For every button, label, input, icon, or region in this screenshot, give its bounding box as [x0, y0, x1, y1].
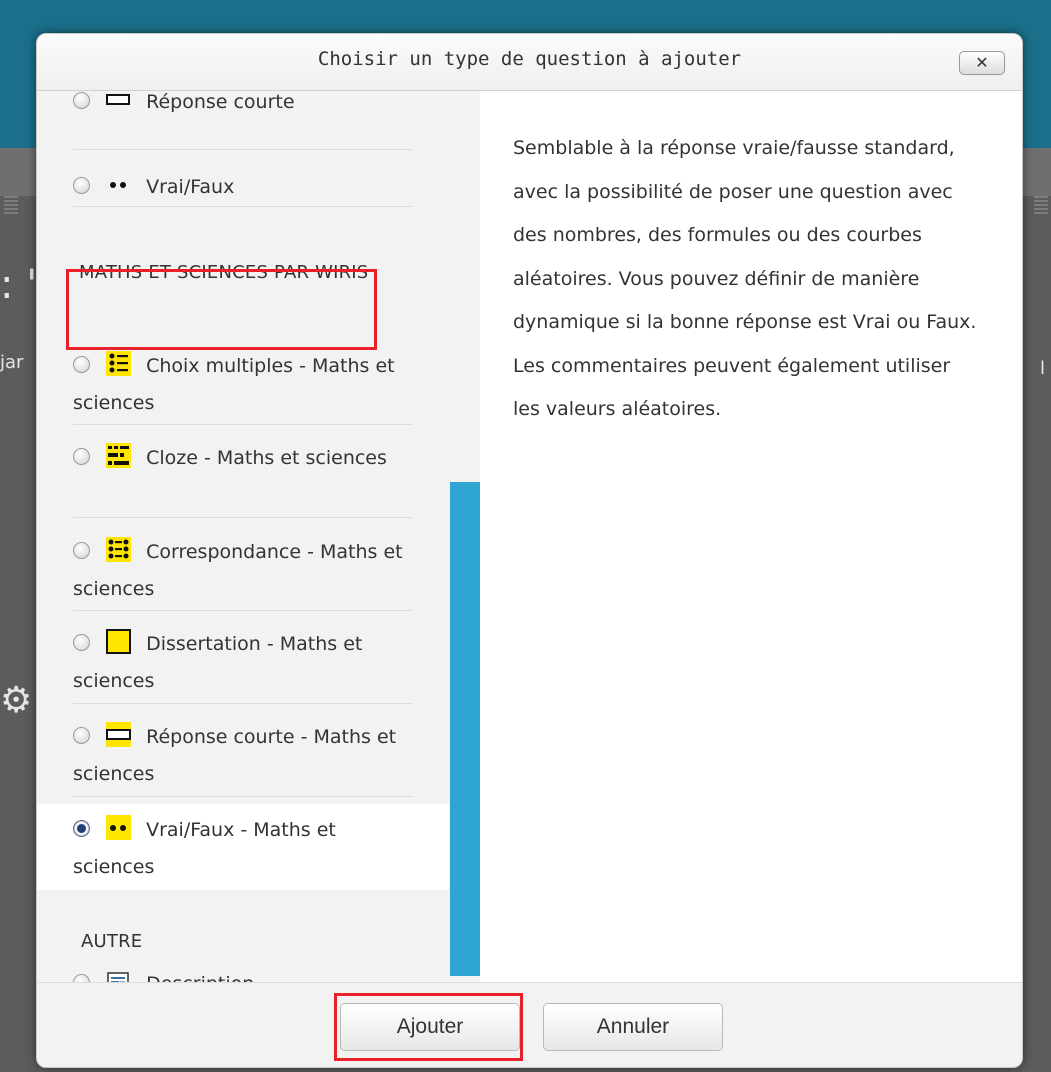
question-type-description: Semblable à la réponse vraie/fausse stan… — [513, 137, 977, 420]
option-true-false-wiris[interactable]: Vrai/Faux - Maths et sciences — [37, 804, 449, 890]
radio-matching-wiris[interactable] — [73, 542, 90, 559]
divider — [73, 424, 413, 425]
background-heading-fragment: : ' — [0, 262, 38, 308]
description-icon — [106, 969, 131, 982]
short-answer-wiris-icon — [106, 722, 132, 747]
list-scrollbar[interactable] — [450, 482, 480, 976]
highlight-box-add-button — [334, 993, 523, 1061]
background-gear-icon: ⚙ — [0, 680, 33, 721]
dialog-title: Choisir un type de question à ajouter — [317, 48, 742, 70]
question-type-dialog: Choisir un type de question à ajouter ✕ … — [36, 33, 1023, 1068]
description-panel: Semblable à la réponse vraie/fausse stan… — [480, 91, 1022, 982]
radio-true-false[interactable] — [73, 177, 90, 194]
matching-wiris-icon — [106, 537, 132, 562]
option-label: Cloze - Maths et sciences — [146, 447, 387, 469]
background-text-fragment: jar — [0, 352, 24, 373]
cloze-wiris-icon — [106, 443, 132, 468]
true-false-icon — [106, 172, 131, 197]
short-answer-icon — [106, 91, 131, 112]
option-label: Réponse courte — [146, 91, 295, 113]
multichoice-wiris-icon — [106, 351, 132, 376]
divider — [73, 610, 413, 611]
dialog-header: Choisir un type de question à ajouter ✕ — [37, 34, 1022, 91]
radio-true-false-wiris[interactable] — [73, 820, 90, 837]
dialog-footer: Ajouter Annuler — [37, 982, 1022, 1067]
divider — [73, 206, 413, 207]
background-grip-left — [4, 196, 18, 216]
divider — [73, 149, 413, 150]
background-text-fragment-right: l — [1040, 358, 1046, 379]
option-label: Description — [146, 973, 254, 982]
highlight-box-section — [66, 269, 377, 350]
true-false-wiris-icon — [106, 815, 132, 840]
divider — [73, 796, 413, 797]
divider — [73, 703, 413, 704]
close-icon: ✕ — [975, 53, 989, 72]
section-heading-other: AUTRE — [81, 931, 143, 952]
option-label: Vrai/Faux — [146, 176, 235, 198]
close-button[interactable]: ✕ — [959, 51, 1005, 75]
essay-wiris-icon — [106, 629, 132, 654]
background-grip-right — [1034, 196, 1048, 216]
radio-description[interactable] — [73, 974, 90, 982]
cancel-button[interactable]: Annuler — [543, 1003, 723, 1051]
radio-multichoice-wiris[interactable] — [73, 356, 90, 373]
divider — [73, 517, 413, 518]
radio-cloze-wiris[interactable] — [73, 448, 90, 465]
question-type-list[interactable]: Réponse courte Vrai/Faux MATHS ET SCIENC… — [37, 91, 449, 982]
radio-short-answer-wiris[interactable] — [73, 727, 90, 744]
radio-short-answer[interactable] — [73, 92, 90, 109]
radio-essay-wiris[interactable] — [73, 634, 90, 651]
